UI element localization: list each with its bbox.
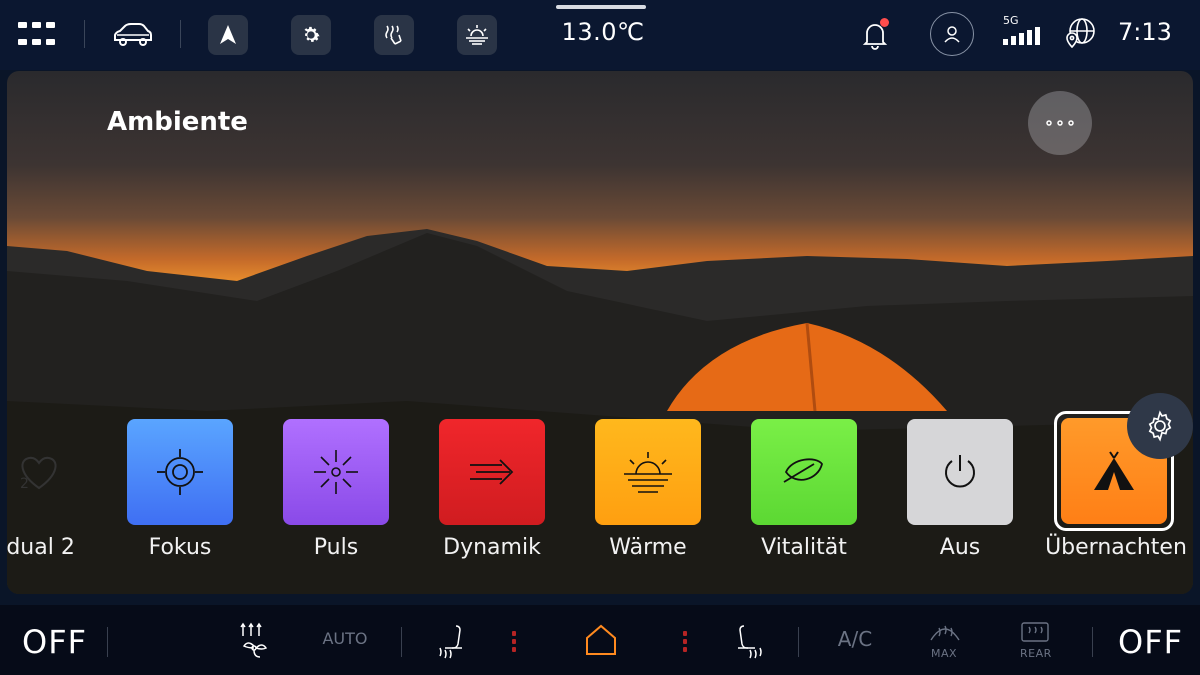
- ambient-panel: Ambiente 2 vidual 2 Fokus Puls Dynamik W…: [7, 71, 1193, 594]
- max-defrost-icon[interactable]: [928, 619, 962, 645]
- globe-location-icon[interactable]: [1058, 14, 1100, 56]
- rear-label: REAR: [1020, 647, 1052, 660]
- cabin-temperature[interactable]: 13.0℃: [548, 18, 658, 46]
- leaf-icon: [783, 458, 823, 483]
- mode-label: Vitalität: [761, 535, 847, 560]
- profile-icon[interactable]: [930, 12, 974, 56]
- divider: [798, 627, 799, 657]
- divider: [1092, 627, 1093, 657]
- car-icon[interactable]: [112, 16, 154, 54]
- mode-tile-puls[interactable]: [283, 419, 389, 525]
- speed-arrow-icon: [470, 459, 514, 485]
- mode-tile-dynamik[interactable]: [439, 419, 545, 525]
- mode-label: Puls: [313, 535, 359, 560]
- max-label: MAX: [931, 647, 958, 660]
- ac-button[interactable]: A/C: [830, 627, 880, 651]
- heart-2-icon: 2: [20, 456, 57, 492]
- ambient-settings-button[interactable]: [1127, 393, 1193, 459]
- passenger-climate-status[interactable]: OFF: [1118, 623, 1183, 661]
- mode-label: Dynamik: [443, 535, 541, 560]
- drag-handle[interactable]: [556, 5, 646, 9]
- divider: [84, 20, 85, 48]
- settings-gear-icon: [1148, 410, 1172, 442]
- navigation-arrow-icon[interactable]: [208, 15, 248, 55]
- divider: [107, 627, 108, 657]
- divider: [401, 627, 402, 657]
- seat-heating-icon[interactable]: [374, 15, 414, 55]
- settings-gear-icon[interactable]: [291, 15, 331, 55]
- home-icon[interactable]: [582, 621, 620, 659]
- climate-bar: OFF AUTO A/C MAX REAR OFF: [0, 605, 1200, 675]
- auto-climate-button[interactable]: AUTO: [318, 629, 372, 648]
- mode-label: Aus: [939, 535, 981, 560]
- mode-tile-individual-2[interactable]: 2: [7, 419, 77, 525]
- mode-tile-aus[interactable]: [907, 419, 1013, 525]
- seat-heat-level-left: [512, 631, 516, 655]
- focus-target-icon: [157, 449, 203, 495]
- sunrise-icon[interactable]: [457, 15, 497, 55]
- mode-label: Wärme: [609, 535, 687, 560]
- apps-grid-icon[interactable]: [18, 16, 56, 54]
- seat-heat-level-right: [683, 631, 687, 655]
- mode-tile-waerme[interactable]: [595, 419, 701, 525]
- sparkle-burst-icon: [314, 450, 358, 494]
- mode-label: Übernachten: [1045, 535, 1187, 560]
- fan-heat-icon[interactable]: [236, 621, 272, 659]
- notification-dot: [880, 18, 889, 27]
- page-title: Ambiente: [107, 107, 248, 137]
- rear-defrost-icon[interactable]: [1018, 619, 1052, 645]
- mode-tile-fokus[interactable]: [127, 419, 233, 525]
- power-icon: [945, 455, 975, 488]
- signal-icon: [1002, 26, 1042, 46]
- top-status-bar: 13.0℃ 5G 7:13: [0, 0, 1200, 70]
- seat-heating-right-icon[interactable]: [730, 621, 766, 661]
- more-options-button[interactable]: [1028, 91, 1092, 155]
- seat-heating-left-icon[interactable]: [434, 621, 470, 661]
- clock: 7:13: [1118, 18, 1172, 46]
- divider: [180, 20, 181, 48]
- driver-climate-status[interactable]: OFF: [22, 623, 87, 661]
- sunset-icon: [624, 452, 672, 493]
- mode-label: Fokus: [148, 535, 212, 560]
- svg-text:2: 2: [20, 476, 29, 492]
- tent-icon: [1094, 451, 1134, 490]
- mode-tile-vitalitaet[interactable]: [751, 419, 857, 525]
